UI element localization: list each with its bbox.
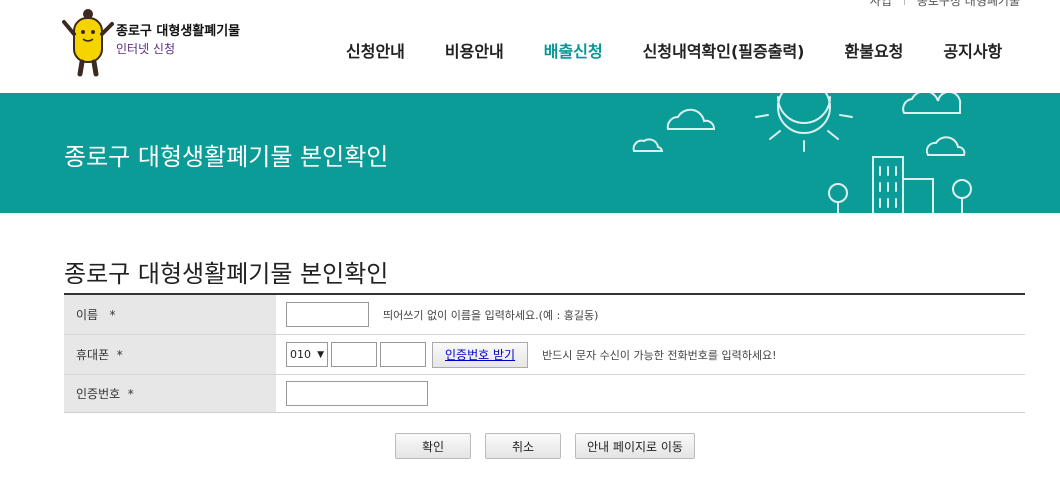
identity-form: 이름 * 띄어쓰기 없이 이름을 입력하세요.(예 : 홍길동) 휴대폰 * 0… [64, 293, 1025, 413]
logo-subtitle: 인터넷 신청 [116, 42, 176, 56]
cert-code-cell [276, 375, 1025, 412]
nav-fee-guide[interactable]: 비용안내 [425, 38, 524, 62]
top-util-right[interactable]: 종로구청 대형폐기물 [917, 0, 1020, 8]
name-cell: 띄어쓰기 없이 이름을 입력하세요.(예 : 홍길동) [276, 295, 1025, 334]
nav-refund-request[interactable]: 환불요청 [825, 38, 924, 62]
phone-cell: 010 ▼ 인증번호 받기 반드시 문자 수신이 가능한 전화번호를 입력하세요… [276, 335, 1025, 374]
form-row-name: 이름 * 띄어쓰기 없이 이름을 입력하세요.(예 : 홍길동) [64, 295, 1025, 335]
nav-apply-guide[interactable]: 신청안내 [326, 38, 425, 62]
page-banner: 종로구 대형생활폐기물 본인확인 [0, 93, 1060, 213]
phone-prefix-value: 010 [290, 348, 311, 361]
confirm-button[interactable]: 확인 [395, 433, 471, 459]
phone-hint: 반드시 문자 수신이 가능한 전화번호를 입력하세요! [542, 348, 777, 362]
cancel-button[interactable]: 취소 [485, 433, 561, 459]
divider [903, 0, 905, 5]
page-title: 종로구 대형생활폐기물 본인확인 [64, 260, 389, 288]
phone-label: 휴대폰 * [64, 335, 276, 374]
main-nav: 신청안내 비용안내 배출신청 신청내역확인(필증출력) 환불요청 공지사항 [326, 38, 1022, 62]
chevron-down-icon: ▼ [317, 349, 324, 360]
mascot-icon [62, 9, 114, 77]
nav-application-history[interactable]: 신청내역확인(필증출력) [623, 38, 825, 62]
form-row-phone: 휴대폰 * 010 ▼ 인증번호 받기 반드시 문자 수신이 가능한 전화번호를… [64, 335, 1025, 375]
cert-code-input[interactable] [286, 381, 428, 406]
banner-title: 종로구 대형생활폐기물 본인확인 [64, 143, 389, 171]
name-label: 이름 * [64, 295, 276, 334]
form-actions: 확인 취소 안내 페이지로 이동 [0, 433, 1060, 459]
phone-prefix-select[interactable]: 010 ▼ [286, 342, 328, 367]
top-util-left[interactable]: 사업 [870, 0, 892, 8]
form-row-cert-code: 인증번호 * [64, 375, 1025, 413]
nav-notice[interactable]: 공지사항 [923, 38, 1022, 62]
name-input[interactable] [286, 302, 369, 327]
cert-code-label: 인증번호 * [64, 375, 276, 412]
phone-last-input[interactable] [380, 342, 426, 367]
logo-title: 종로구 대형생활폐기물 [116, 24, 241, 39]
go-to-guide-button[interactable]: 안내 페이지로 이동 [575, 433, 695, 459]
phone-middle-input[interactable] [331, 342, 377, 367]
name-hint: 띄어쓰기 없이 이름을 입력하세요.(예 : 홍길동) [383, 308, 599, 322]
site-logo[interactable]: 종로구 대형생활폐기물 인터넷 신청 [62, 8, 252, 80]
nav-disposal-apply[interactable]: 배출신청 [524, 38, 623, 62]
top-utility-bar: 사업 종로구청 대형폐기물 [870, 0, 1020, 9]
request-cert-code-button[interactable]: 인증번호 받기 [432, 341, 529, 368]
